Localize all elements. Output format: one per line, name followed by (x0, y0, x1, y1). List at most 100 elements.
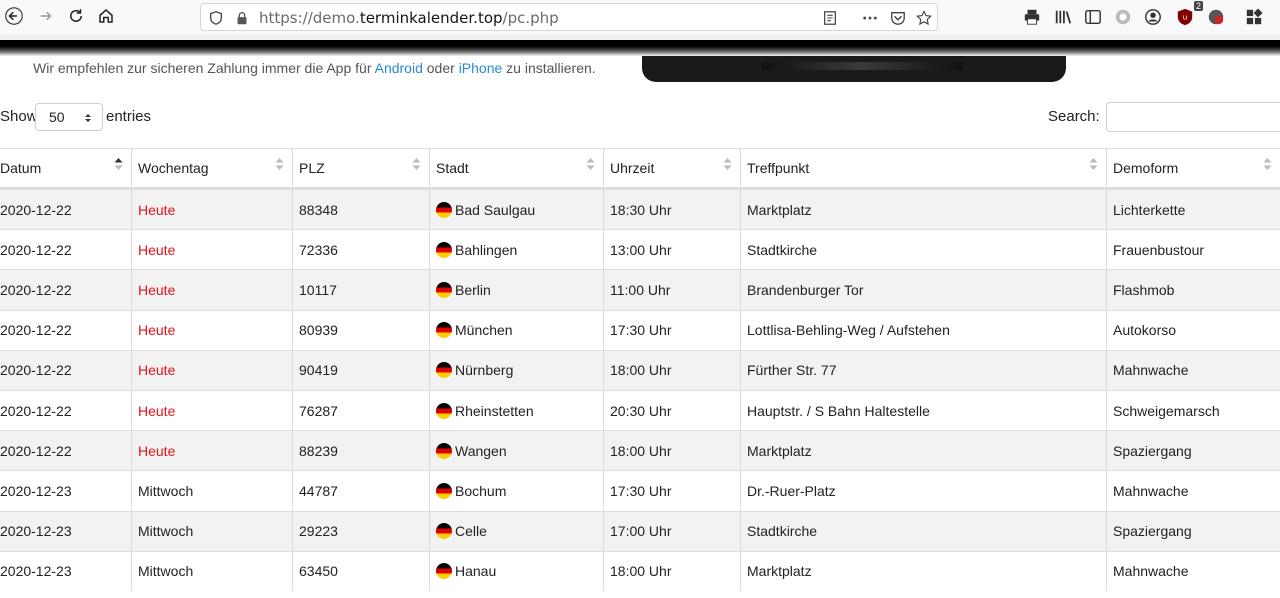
cell-stadt: Hanau (429, 551, 603, 591)
cell-stadt-text: München (455, 322, 513, 339)
cell-demoform: Frauenbustour (1106, 230, 1280, 270)
bookmark-star-icon[interactable] (915, 9, 933, 27)
account-icon[interactable] (1143, 7, 1163, 27)
cell-uhrzeit-text: 17:00 Uhr (610, 523, 672, 540)
table-row[interactable]: 2020-12-22 Heute 10117 Berlin 11:00 Uhr Brand… (0, 269, 1280, 310)
table-row[interactable]: 2020-12-22 Heute 80939 München 17:30 Uhr Lott… (0, 309, 1280, 350)
cell-plz-text: 29223 (299, 523, 338, 540)
cell-plz: 88239 (292, 431, 429, 471)
entries-label: entries (106, 108, 152, 125)
table-row[interactable]: 2020-12-23 Mittwoch 63450 Hanau 18:00 Uhr Mar… (0, 550, 1280, 591)
cell-treffpunkt: Marktplatz (740, 431, 1106, 471)
cell-datum: 2020-12-22 (0, 391, 131, 430)
cell-stadt-text: Celle (455, 523, 487, 540)
cell-stadt-text: Rheinstetten (455, 402, 534, 419)
table-row[interactable]: 2020-12-23 Mittwoch 44787 Bochum 17:30 Uhr Dr… (0, 470, 1280, 511)
column-header-plz[interactable]: PLZ (292, 149, 429, 187)
cell-demoform: Lichterkette (1106, 190, 1280, 230)
cell-datum-text: 2020-12-23 (0, 523, 72, 540)
cell-plz: 29223 (292, 511, 429, 551)
privacy-badger-icon[interactable] (1206, 7, 1226, 27)
page-actions-icon[interactable] (861, 9, 879, 27)
bookmarks-shadow (0, 40, 1280, 56)
extension-circle-icon[interactable] (1113, 7, 1133, 27)
cell-treffpunkt: Stadtkirche (740, 230, 1106, 270)
url-bar[interactable]: https://demo.terminkalender.top/pc.php (200, 3, 938, 31)
table-row[interactable]: 2020-12-22 Heute 72336 Bahlingen 13:00 Uhr St… (0, 229, 1280, 270)
cell-datum-text: 2020-12-22 (0, 442, 72, 459)
table-body: 2020-12-22 Heute 88348 Bad Saulgau 18:30 Uhr… (0, 189, 1280, 591)
table-row[interactable]: 2020-12-22 Heute 76287 Rheinstetten 20:30 Uh… (0, 389, 1280, 431)
column-header-stadt[interactable]: Stadt (429, 149, 603, 187)
table-row[interactable]: 2020-12-22 Heute 88239 Wangen 18:00 Uhr Markt… (0, 430, 1280, 471)
cell-plz: 88348 (292, 190, 429, 230)
home-button[interactable] (94, 4, 118, 28)
search-input[interactable] (1106, 102, 1280, 132)
column-header-treffpunkt[interactable]: Treffpunkt (740, 149, 1106, 187)
select-arrows-icon (85, 114, 91, 122)
library-icon[interactable] (1053, 7, 1073, 27)
cell-uhrzeit: 18:00 Uhr (603, 551, 740, 591)
print-icon[interactable] (1022, 7, 1042, 27)
cell-plz-text: 80939 (299, 322, 338, 339)
cell-demoform-text: Frauenbustour (1113, 241, 1205, 258)
sidebar-icon[interactable] (1083, 7, 1103, 27)
lock-icon[interactable] (233, 9, 251, 27)
cell-treffpunkt: Stadtkirche (740, 511, 1106, 551)
cell-uhrzeit-text: 18:00 Uhr (610, 442, 672, 459)
cell-demoform: Mahnwache (1106, 551, 1280, 591)
cell-stadt-text: Nürnberg (455, 362, 514, 379)
shield-icon[interactable] (207, 9, 225, 27)
cell-demoform-text: Mahnwache (1113, 362, 1189, 379)
browser-toolbar: https://demo.terminkalender.top/pc.php u… (0, 0, 1280, 34)
entries-length-select[interactable]: 50 (35, 103, 103, 131)
cell-uhrzeit: 13:00 Uhr (603, 230, 740, 270)
column-header-wochentag[interactable]: Wochentag (131, 149, 292, 187)
cell-treffpunkt-text: Marktplatz (747, 201, 812, 218)
table-row[interactable]: 2020-12-22 Heute 88348 Bad Saulgau 18:30 Uhr… (0, 189, 1280, 230)
cell-demoform: Mahnwache (1106, 471, 1280, 511)
sort-both-icon (412, 158, 421, 170)
cell-uhrzeit: 18:30 Uhr (603, 190, 740, 230)
show-label: Show (0, 108, 38, 125)
cell-stadt: Rheinstetten (429, 390, 603, 431)
ublock-icon[interactable]: u 2 (1175, 1, 1203, 27)
cell-wochentag-text: Heute (138, 442, 176, 459)
iphone-link[interactable]: iPhone (459, 60, 503, 76)
android-link[interactable]: Android (375, 60, 423, 76)
cell-treffpunkt: Marktplatz (740, 190, 1106, 230)
column-header-label: Wochentag (138, 160, 209, 176)
cell-wochentag: Mittwoch (131, 551, 292, 591)
cell-wochentag: Heute (131, 230, 292, 270)
cell-demoform-text: Spaziergang (1113, 523, 1192, 540)
cell-demoform-text: Mahnwache (1113, 482, 1189, 499)
column-header-uhrzeit[interactable]: Uhrzeit (603, 149, 740, 187)
back-button[interactable] (2, 4, 26, 28)
reload-button[interactable] (64, 4, 88, 28)
table-row[interactable]: 2020-12-23 Mittwoch 29223 Celle 17:00 Uhr Sta… (0, 510, 1280, 551)
column-header-datum[interactable]: Datum (0, 149, 131, 187)
entries-length-value: 50 (49, 109, 65, 125)
cell-uhrzeit-text: 17:30 Uhr (610, 322, 672, 339)
cell-wochentag-text: Heute (138, 402, 176, 419)
table-row[interactable]: 2020-12-22 Heute 90419 Nürnberg 18:00 Uhr Für… (0, 349, 1280, 390)
cell-treffpunkt-text: Marktplatz (747, 563, 812, 580)
extensions-puzzle-icon[interactable] (1244, 7, 1264, 27)
cell-datum-text: 2020-12-22 (0, 281, 72, 298)
sort-both-icon (723, 158, 732, 170)
cell-uhrzeit-text: 18:00 Uhr (610, 563, 672, 580)
cell-stadt: München (429, 310, 603, 350)
cell-uhrzeit: 18:00 Uhr (603, 350, 740, 390)
forward-button[interactable] (34, 4, 58, 28)
cell-datum-text: 2020-12-22 (0, 241, 72, 258)
pocket-icon[interactable] (889, 9, 907, 27)
cell-demoform-text: Mahnwache (1113, 563, 1189, 580)
germany-flag-icon (436, 442, 452, 459)
cell-uhrzeit-text: 11:00 Uhr (610, 281, 671, 298)
cell-wochentag: Heute (131, 190, 292, 230)
reload-icon (70, 9, 82, 22)
column-header-demoform[interactable]: Demoform (1106, 149, 1280, 187)
reader-view-icon[interactable] (821, 9, 839, 27)
cell-wochentag-text: Heute (138, 362, 176, 379)
cell-plz-text: 88239 (299, 442, 338, 459)
